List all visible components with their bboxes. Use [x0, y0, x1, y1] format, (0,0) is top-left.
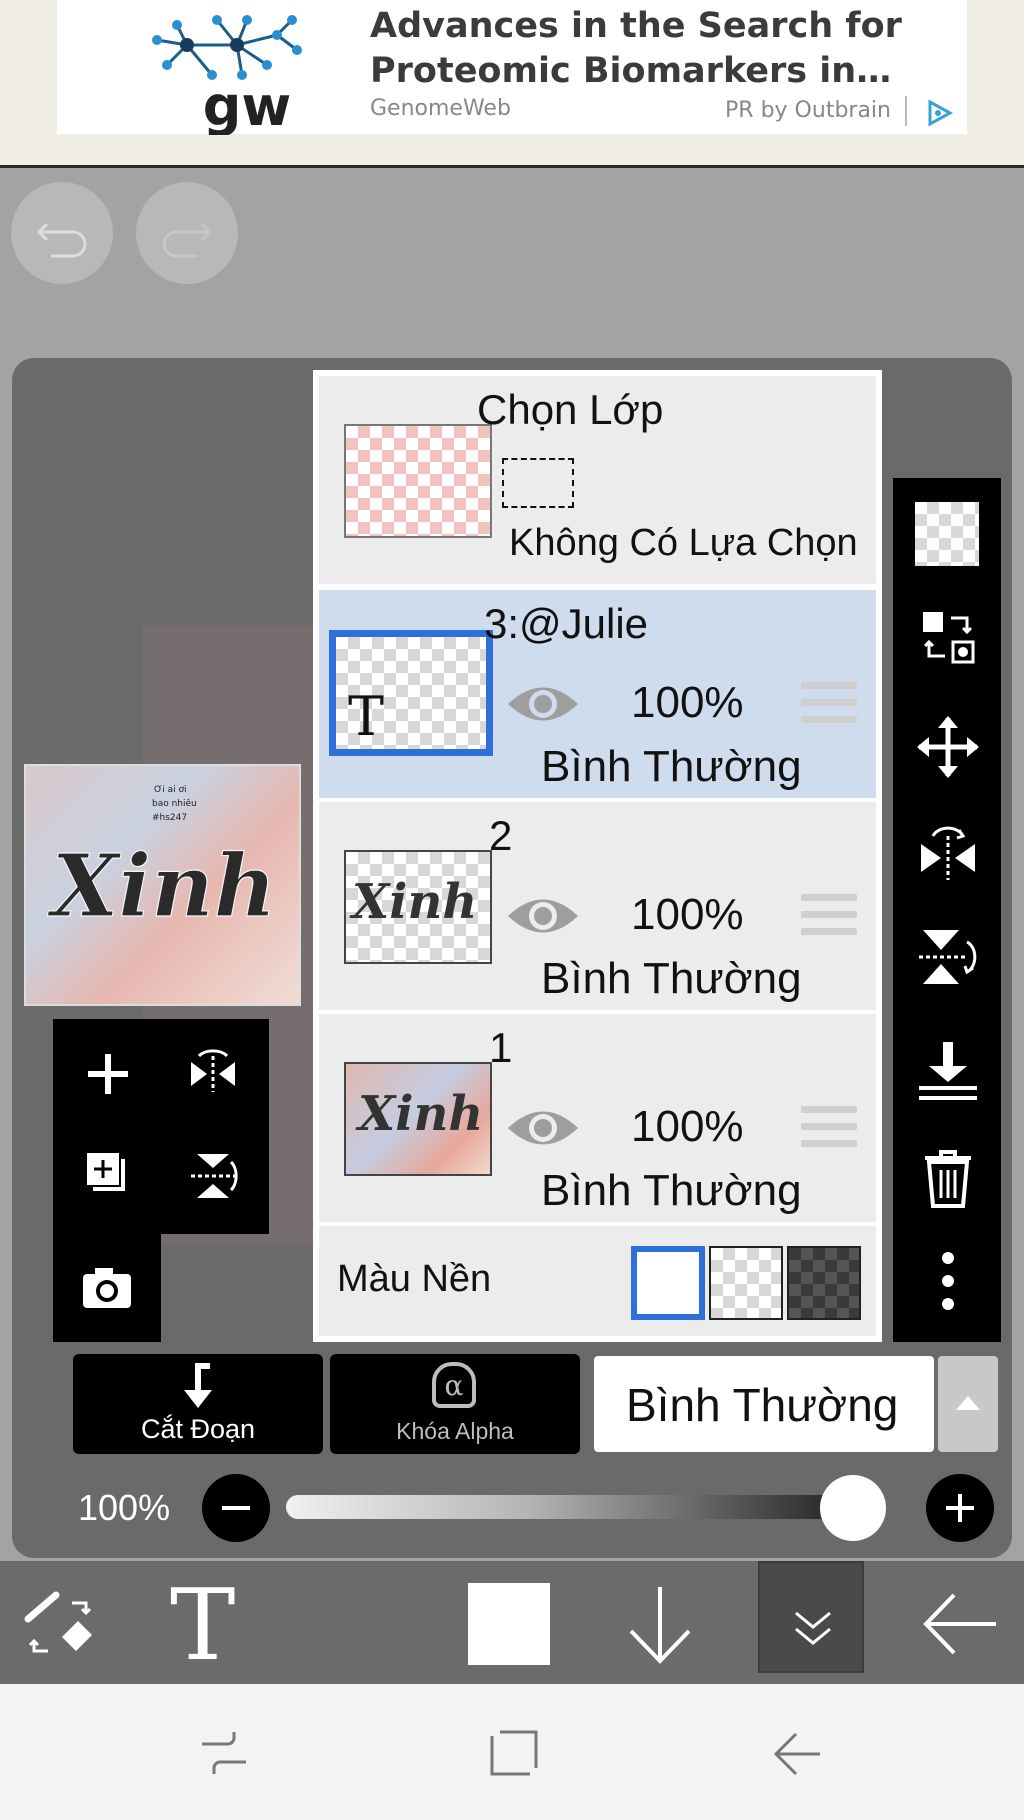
camera-icon[interactable] — [77, 1258, 137, 1318]
flip-vertical-icon[interactable] — [915, 924, 981, 990]
flip-vertical-icon[interactable] — [183, 1146, 243, 1206]
ad-banner: gw Advances in the Search for Proteomic … — [0, 0, 1024, 168]
selection-marquee-icon — [502, 458, 574, 508]
layer-opacity: 100% — [631, 1102, 744, 1151]
merge-down-icon[interactable] — [915, 1038, 981, 1104]
layer-row[interactable]: T 3:@Julie 100% Bình Thường — [319, 590, 876, 798]
plus-icon — [946, 1494, 974, 1522]
arrow-down-icon[interactable] — [625, 1583, 695, 1667]
minus-icon — [222, 1506, 250, 1510]
ad-card[interactable]: gw Advances in the Search for Proteomic … — [57, 0, 967, 135]
eye-icon[interactable] — [504, 679, 582, 729]
undo-icon — [36, 222, 87, 258]
opacity-decrease-button[interactable] — [202, 1474, 270, 1542]
left-toolbox — [53, 1019, 269, 1234]
add-layer-icon[interactable] — [78, 1044, 138, 1104]
more-vertical-icon[interactable] — [915, 1248, 981, 1314]
right-toolbar — [893, 478, 1001, 1342]
clipping-label: Cắt Đoạn — [140, 1414, 256, 1444]
selection-layer-row[interactable]: Chọn Lớp Không Có Lựa Chọn — [319, 376, 876, 584]
system-back-icon[interactable] — [772, 1730, 824, 1778]
bottom-toolbar: T — [0, 1561, 1024, 1684]
layer-blend-mode: Bình Thường — [541, 954, 802, 1003]
drag-handle-icon[interactable] — [801, 894, 857, 938]
drag-handle-icon[interactable] — [801, 1106, 857, 1150]
genomeweb-logo-icon: gw — [152, 15, 302, 135]
home-icon[interactable] — [488, 1728, 540, 1780]
left-toolbox-camera — [53, 1234, 161, 1342]
svg-text:gw: gw — [203, 75, 292, 135]
eye-icon[interactable] — [504, 891, 582, 941]
ad-divider — [905, 96, 907, 126]
canvas-preview[interactable]: Ơi ai ơi bao nhiêu #hs247 Xinh — [24, 764, 301, 1006]
canvas-artwork: Ơi ai ơi bao nhiêu #hs247 Xinh — [46, 785, 277, 938]
opacity-slider-handle[interactable] — [820, 1475, 886, 1541]
clip-arrow-icon — [184, 1363, 212, 1408]
background-white-swatch[interactable] — [631, 1246, 705, 1320]
background-color-row: Màu Nền — [319, 1226, 876, 1336]
redo-button[interactable] — [136, 182, 238, 284]
layer-name: 1 — [489, 1024, 513, 1071]
layer-name: 2 — [489, 812, 513, 859]
transparency-checker-icon[interactable] — [915, 502, 979, 566]
flip-horizontal-icon[interactable] — [915, 820, 981, 886]
background-transparent-swatch[interactable] — [709, 1246, 783, 1320]
layer-opacity: 100% — [631, 890, 744, 939]
blend-mode-dropdown-button[interactable] — [938, 1356, 998, 1452]
alpha-lock-button[interactable]: α Khóa Alpha — [330, 1354, 580, 1454]
layer-name: 3:@Julie — [484, 600, 649, 647]
opacity-increase-button[interactable] — [926, 1474, 994, 1542]
redo-icon — [162, 222, 213, 258]
selection-title: Chọn Lớp — [477, 386, 664, 433]
ad-sponsor-label[interactable]: PR by Outbrain — [725, 98, 891, 123]
layer-panel: Chọn Lớp Không Có Lựa Chọn T 3:@Julie 10… — [313, 370, 882, 1342]
ad-source: GenomeWeb — [370, 96, 511, 121]
svg-text:#hs247: #hs247 — [152, 813, 187, 823]
selection-thumbnail — [344, 424, 492, 538]
layer-row[interactable]: Xinh 1 100% Bình Thường — [319, 1014, 876, 1222]
color-swatch[interactable] — [468, 1583, 550, 1665]
layer-thumbnail: T — [329, 630, 493, 756]
collapse-toolbar-button[interactable] — [758, 1561, 864, 1673]
ad-title[interactable]: Advances in the Search for Proteomic Bio… — [370, 4, 950, 94]
selection-subtitle: Không Có Lựa Chọn — [509, 522, 858, 564]
clipping-button[interactable]: Cắt Đoạn — [73, 1354, 323, 1454]
layer-thumbnail: Xinh — [344, 850, 492, 964]
blend-mode-select[interactable]: Bình Thường — [594, 1356, 934, 1452]
duplicate-layer-icon[interactable] — [78, 1146, 138, 1206]
opacity-value: 100% — [78, 1487, 171, 1528]
layer-thumbnail: Xinh — [344, 1062, 492, 1176]
opacity-slider[interactable] — [286, 1495, 886, 1519]
svg-text:Xinh: Xinh — [47, 836, 276, 937]
recents-icon[interactable] — [198, 1730, 250, 1776]
drag-handle-icon[interactable] — [801, 682, 857, 726]
layer-blend-mode: Bình Thường — [541, 742, 802, 791]
eye-icon[interactable] — [504, 1103, 582, 1153]
alpha-lock-label: Khóa Alpha — [396, 1418, 514, 1444]
adchoices-icon[interactable] — [925, 98, 955, 128]
lock-icon: α — [432, 1362, 476, 1408]
background-label: Màu Nền — [337, 1258, 492, 1300]
chevron-up-icon — [956, 1396, 980, 1410]
undo-button[interactable] — [11, 182, 113, 284]
layer-opacity: 100% — [631, 678, 744, 727]
layer-blend-mode: Bình Thường — [541, 1166, 802, 1215]
move-icon[interactable] — [915, 714, 981, 780]
app-root: gw Advances in the Search for Proteomic … — [0, 0, 1024, 1820]
trash-icon[interactable] — [915, 1144, 981, 1210]
back-arrow-icon[interactable] — [920, 1589, 1000, 1659]
double-chevron-down-icon — [795, 1611, 831, 1645]
svg-text:Ơi ai ơi: Ơi ai ơi — [154, 785, 186, 795]
transform-swap-icon[interactable] — [915, 604, 981, 670]
flip-horizontal-icon[interactable] — [183, 1044, 243, 1104]
blend-mode-value: Bình Thường — [626, 1379, 899, 1431]
text-tool-icon[interactable]: T — [170, 1577, 235, 1675]
brush-eraser-switch-icon[interactable] — [22, 1589, 100, 1659]
background-dark-swatch[interactable] — [787, 1246, 861, 1320]
svg-text:bao nhiêu: bao nhiêu — [152, 798, 197, 809]
system-nav-bar — [0, 1684, 1024, 1820]
layer-row[interactable]: Xinh 2 100% Bình Thường — [319, 802, 876, 1010]
